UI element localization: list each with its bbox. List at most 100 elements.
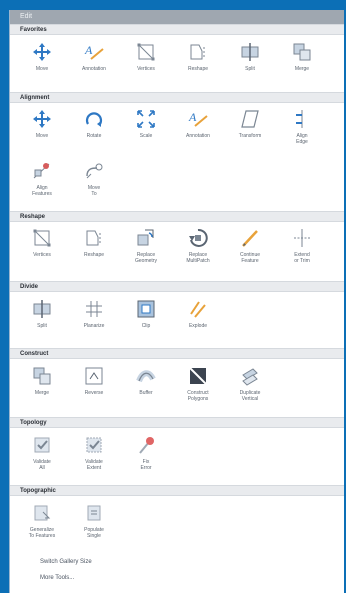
reverse-icon — [85, 367, 103, 385]
fix-error-icon — [139, 437, 154, 454]
tool-label: Annotation — [82, 66, 106, 72]
svg-text:A: A — [188, 110, 197, 124]
tool-label: Duplicate Vertical — [239, 390, 261, 402]
replace-multipatch-icon — [189, 228, 208, 247]
fix-error-tool[interactable]: Fix Error — [124, 434, 168, 484]
tool-label: Validate All — [33, 459, 51, 471]
edit-tools-panel: Edit Favorites Move A Annotation Vertice… — [10, 10, 344, 593]
extend-trim-icon — [294, 229, 310, 247]
scale-tool[interactable]: Scale — [124, 108, 168, 158]
tool-label: Merge — [34, 390, 50, 396]
clip-tool[interactable]: Clip — [124, 298, 168, 348]
reshape-tool[interactable]: Reshape — [176, 41, 220, 91]
tool-label: Fix Error — [140, 459, 152, 471]
reshape-icon — [86, 230, 101, 246]
reverse-tool[interactable]: Reverse — [72, 365, 116, 415]
duplicate-vertical-icon — [242, 368, 258, 386]
split-tool-divide[interactable]: Split — [20, 298, 64, 348]
tool-label: Validate Extent — [85, 459, 103, 471]
replace-geometry-icon — [137, 229, 154, 246]
buffer-tool[interactable]: Buffer — [124, 365, 168, 415]
explode-tool[interactable]: Explode — [176, 298, 220, 348]
switch-gallery-size-link[interactable]: Switch Gallery Size — [40, 559, 92, 565]
merge-tool-construct[interactable]: Merge — [20, 365, 64, 415]
replace-geometry-tool[interactable]: Replace Geometry — [124, 227, 168, 277]
planarize-icon — [86, 301, 102, 317]
section-favorites: Favorites — [10, 24, 344, 35]
tool-label: Rotate — [86, 133, 102, 139]
validate-extent-icon — [86, 437, 102, 453]
tool-label: Buffer — [139, 390, 153, 396]
validate-all-icon — [34, 437, 50, 453]
tool-label: Planarize — [83, 323, 105, 329]
merge-icon — [33, 367, 51, 385]
align-features-tool[interactable]: Align Features — [20, 160, 64, 210]
construct-polygons-tool[interactable]: Construct Polygons — [176, 365, 220, 415]
tool-label: Continue Feature — [239, 252, 260, 264]
tool-label: Split — [245, 66, 255, 72]
section-divide: Divide — [10, 281, 344, 292]
move-icon — [33, 110, 51, 128]
annotation-tool[interactable]: A Annotation — [72, 41, 116, 91]
populate-single-tool[interactable]: Populate Single — [72, 502, 116, 552]
rotate-icon — [85, 112, 103, 127]
tool-label: Construct Polygons — [187, 390, 209, 402]
tool-label: Reshape — [83, 252, 104, 258]
planarize-tool[interactable]: Planarize — [72, 298, 116, 348]
align-features-icon — [33, 163, 50, 179]
tool-label: Merge — [294, 66, 310, 72]
tool-label: Replace Geometry — [135, 252, 157, 264]
section-construct: Construct — [10, 348, 344, 359]
annotation-icon: A — [188, 110, 208, 127]
move-tool-alignment[interactable]: Move — [20, 108, 64, 158]
section-reshape: Reshape — [10, 211, 344, 222]
replace-multipatch-tool[interactable]: Replace MultiPatch — [176, 227, 220, 277]
generalize-icon — [34, 505, 51, 521]
tool-label: Reshape — [187, 66, 208, 72]
reshape-tool-reshape[interactable]: Reshape — [72, 227, 116, 277]
tool-label: Move To — [87, 185, 101, 197]
vertices-icon — [33, 229, 51, 247]
continue-feature-tool[interactable]: Continue Feature — [228, 227, 272, 277]
tool-label: Annotation — [186, 133, 210, 139]
transform-tool[interactable]: Transform — [228, 108, 272, 158]
transform-icon — [241, 110, 259, 128]
scale-icon — [137, 110, 155, 128]
continue-feature-icon — [242, 230, 258, 247]
move-icon — [33, 43, 51, 61]
tool-label: Populate Single — [84, 527, 104, 539]
tool-label: Explode — [188, 323, 208, 329]
tool-label: Extend or Trim — [294, 252, 310, 264]
split-icon — [33, 300, 51, 318]
split-tool[interactable]: Split — [228, 41, 272, 91]
vertices-tool-reshape[interactable]: Vertices — [20, 227, 64, 277]
vertices-icon — [137, 43, 155, 61]
tool-label: Move — [35, 66, 49, 72]
move-to-tool[interactable]: Move To — [72, 160, 116, 210]
split-icon — [241, 43, 259, 61]
generalize-to-features-tool[interactable]: Generalize To Features — [20, 502, 64, 552]
tool-label: Reverse — [84, 390, 104, 396]
annotation-icon: A — [84, 43, 104, 60]
panel-title: Edit — [10, 10, 344, 24]
populate-icon — [87, 505, 101, 521]
tool-label: Generalize To Features — [28, 527, 56, 539]
duplicate-vertical-tool[interactable]: Duplicate Vertical — [228, 365, 272, 415]
rotate-tool[interactable]: Rotate — [72, 108, 116, 158]
validate-all-tool[interactable]: Validate All — [20, 434, 64, 484]
tool-label: Split — [37, 323, 47, 329]
move-to-icon — [86, 163, 103, 179]
tool-label: Align Edge — [296, 133, 308, 145]
align-edge-tool[interactable]: Align Edge — [280, 108, 324, 158]
align-edge-icon — [296, 110, 303, 128]
reshape-icon — [190, 44, 205, 60]
extend-or-trim-tool[interactable]: Extend or Trim — [280, 227, 324, 277]
validate-extent-tool[interactable]: Validate Extent — [72, 434, 116, 484]
vertices-tool[interactable]: Vertices — [124, 41, 168, 91]
more-tools-link[interactable]: More Tools... — [40, 575, 74, 581]
merge-tool[interactable]: Merge — [280, 41, 324, 91]
tool-label: Align Features — [32, 185, 52, 197]
section-topographic: Topographic — [10, 485, 344, 496]
annotation-tool-alignment[interactable]: A Annotation — [176, 108, 220, 158]
move-tool[interactable]: Move — [20, 41, 64, 91]
